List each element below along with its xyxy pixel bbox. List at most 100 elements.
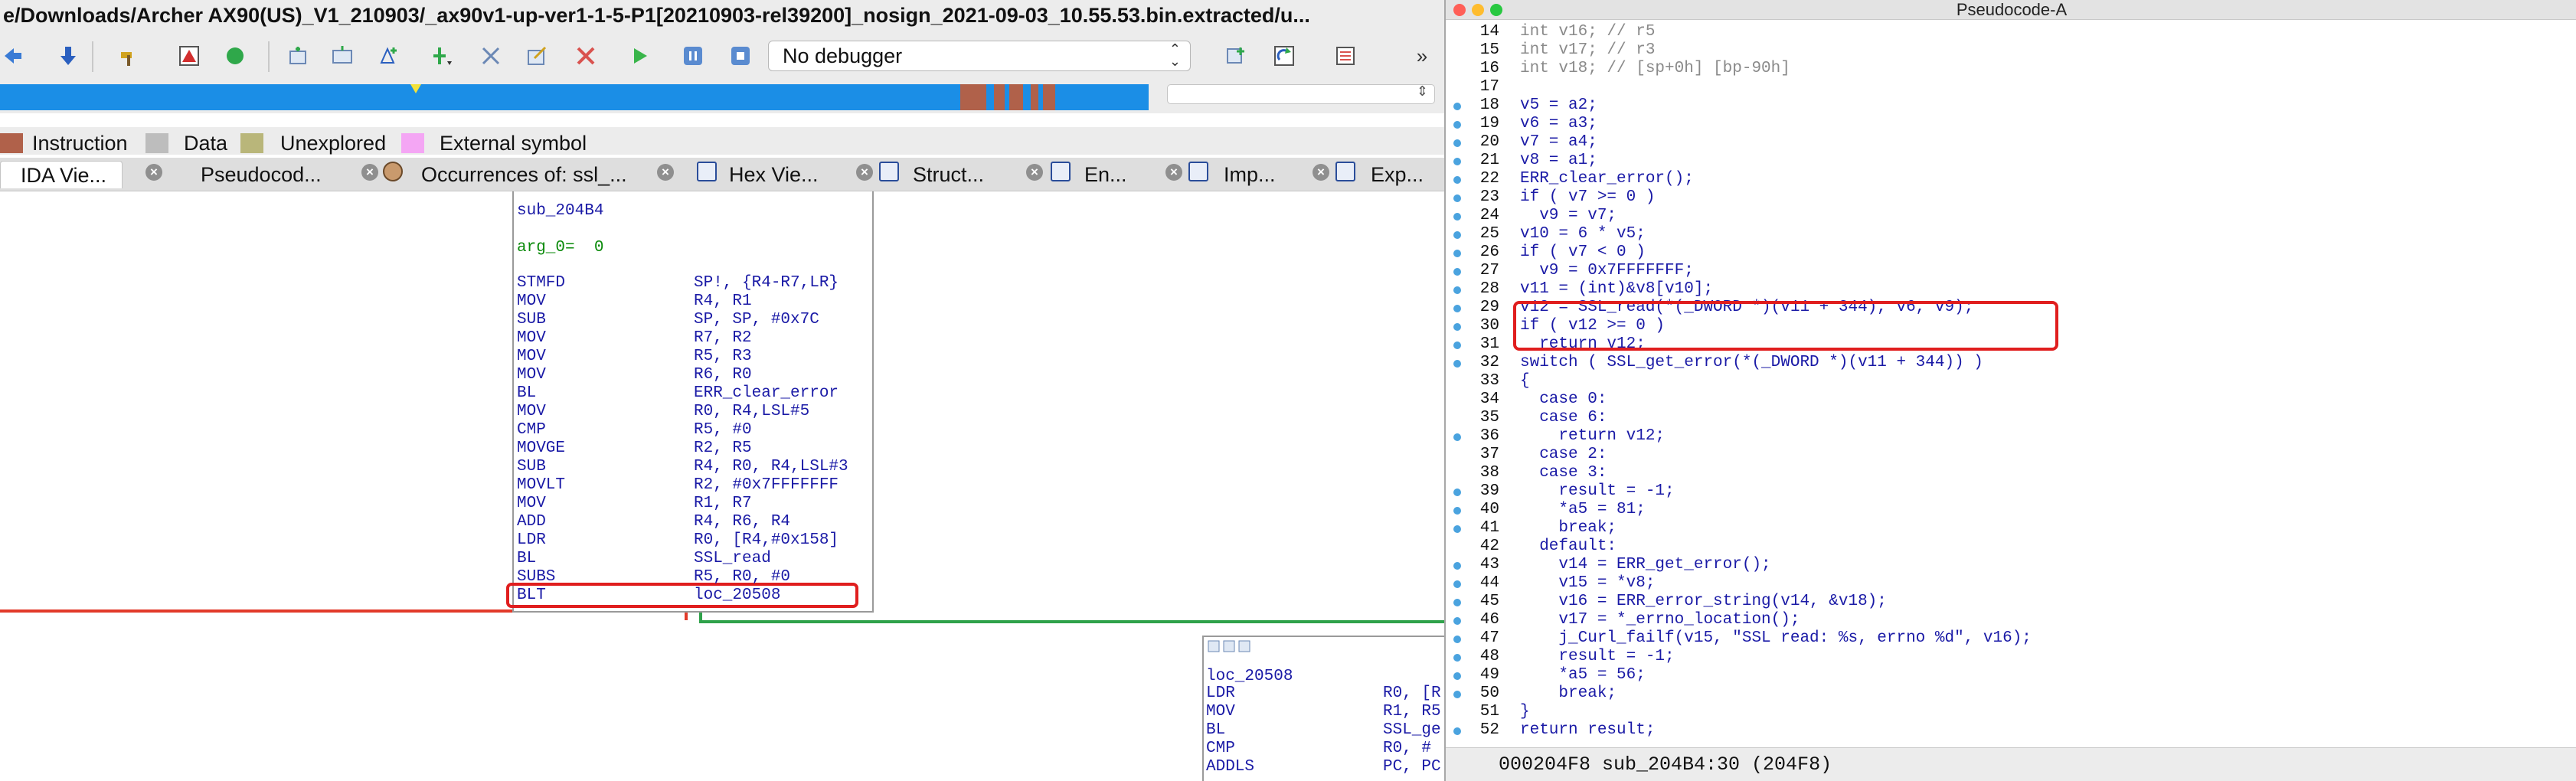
code-line[interactable]: 19 v6 = a3;	[1446, 115, 2576, 133]
code-line[interactable]: 34 case 0:	[1446, 390, 2576, 409]
instruction-operands[interactable]: R0, [R4,#0x158]	[694, 531, 839, 550]
code-text[interactable]: v16 = ERR_error_string(v14, &v18);	[1520, 593, 1886, 611]
code-line[interactable]: 46 v17 = *_errno_location();	[1446, 611, 2576, 629]
breakpoint-dot-icon[interactable]	[1453, 691, 1461, 698]
instruction-operands[interactable]: R4, R0, R4,LSL#3	[694, 458, 848, 476]
code-text[interactable]: return result;	[1520, 721, 1655, 740]
close-icon[interactable]: ×	[856, 164, 873, 181]
pause-icon[interactable]	[680, 43, 706, 69]
code-text[interactable]: int v16; // r5	[1520, 23, 1655, 41]
code-text[interactable]: break;	[1520, 519, 1617, 538]
code-line[interactable]: 24 v9 = v7;	[1446, 207, 2576, 225]
green-circle-icon[interactable]	[222, 43, 248, 69]
code-line[interactable]: 33 {	[1446, 372, 2576, 390]
code-line[interactable]: 36 return v12;	[1446, 427, 2576, 446]
breakpoint-dot-icon[interactable]	[1453, 158, 1461, 165]
refresh-icon[interactable]	[1271, 43, 1297, 69]
code-line[interactable]: 50 break;	[1446, 685, 2576, 703]
nav-combo[interactable]: ⇕	[1167, 83, 1435, 104]
breakpoint-dot-icon[interactable]	[1453, 323, 1461, 331]
code-text[interactable]: j_Curl_failf(v15, "SSL read: %s, errno %…	[1520, 629, 2032, 648]
code-text[interactable]: result = -1;	[1520, 482, 1674, 501]
code-text[interactable]: {	[1520, 372, 1530, 390]
breakpoint-dot-icon[interactable]	[1453, 580, 1461, 588]
instruction-operands[interactable]: R7, R2	[694, 329, 752, 348]
code-line[interactable]: 40 *a5 = 81;	[1446, 501, 2576, 519]
code-line[interactable]: 20 v7 = a4;	[1446, 133, 2576, 152]
code-line[interactable]: 27 v9 = 0x7FFFFFFF;	[1446, 262, 2576, 280]
breakpoint-dot-icon[interactable]	[1453, 286, 1461, 294]
tab-hex-view[interactable]: Hex Vie...	[729, 161, 819, 188]
list-icon[interactable]	[1332, 43, 1358, 69]
breakpoint-dot-icon[interactable]	[1453, 176, 1461, 184]
code-line[interactable]: 25 v10 = 6 * v5;	[1446, 225, 2576, 243]
close-icon[interactable]: ×	[1313, 164, 1329, 181]
tab-ida-view[interactable]: IDA Vie...	[0, 161, 123, 188]
code-text[interactable]: break;	[1520, 685, 1617, 703]
instruction-operands[interactable]: R0, R4,LSL#5	[694, 403, 809, 421]
breakpoint-dot-icon[interactable]	[1453, 507, 1461, 515]
code-text[interactable]: v17 = *_errno_location();	[1520, 611, 1800, 629]
breakpoint-dot-icon[interactable]	[1453, 562, 1461, 570]
breakpoint-dot-icon[interactable]	[1453, 654, 1461, 662]
breakpoint-dot-icon[interactable]	[1453, 433, 1461, 441]
code-text[interactable]: return v12;	[1520, 427, 1665, 446]
breakpoint-dot-icon[interactable]	[1453, 231, 1461, 239]
code-line[interactable]: 32 switch ( SSL_get_error(*(_DWORD *)(v11…	[1446, 354, 2576, 372]
code-text[interactable]: v11 = (int)&v8[v10];	[1520, 280, 1713, 299]
code-text[interactable]: v10 = 6 * v5;	[1520, 225, 1646, 243]
breakpoint-dot-icon[interactable]	[1453, 121, 1461, 129]
code-line[interactable]: 17	[1446, 78, 2576, 96]
hammer-icon[interactable]	[115, 43, 141, 69]
instruction-operands[interactable]: SP, SP, #0x7C	[694, 311, 819, 329]
tab-enums[interactable]: En...	[1084, 161, 1127, 188]
graph-step-icon[interactable]	[1224, 43, 1250, 69]
edit-icon[interactable]	[524, 43, 550, 69]
breakpoint-dot-icon[interactable]	[1453, 103, 1461, 110]
tab-pseudocode[interactable]: Pseudocod...	[201, 161, 322, 188]
code-line[interactable]: 26 if ( v7 < 0 )	[1446, 243, 2576, 262]
instruction-operands[interactable]: R6, R0	[694, 366, 752, 384]
code-line[interactable]: 47 j_Curl_failf(v15, "SSL read: %s, errn…	[1446, 629, 2576, 648]
breakpoint-dot-icon[interactable]	[1453, 341, 1461, 349]
code-text[interactable]: int v17; // r3	[1520, 41, 1655, 60]
breakpoint-dot-icon[interactable]	[1453, 525, 1461, 533]
close-icon[interactable]: ×	[361, 164, 378, 181]
code-line[interactable]: 22 ERR_clear_error();	[1446, 170, 2576, 188]
code-line[interactable]: 51}	[1446, 703, 2576, 721]
stop-icon[interactable]	[727, 43, 754, 69]
breakpoint-dot-icon[interactable]	[1453, 194, 1461, 202]
code-text[interactable]: if ( v7 >= 0 )	[1520, 188, 1655, 207]
code-text[interactable]: case 6:	[1520, 409, 1607, 427]
code-text[interactable]: v14 = ERR_get_error();	[1520, 556, 1770, 574]
code-line[interactable]: 23 if ( v7 >= 0 )	[1446, 188, 2576, 207]
instruction-operands[interactable]: R4, R1	[694, 292, 752, 311]
code-line[interactable]: 18 v5 = a2;	[1446, 96, 2576, 115]
code-line[interactable]: 21 v8 = a1;	[1446, 152, 2576, 170]
instruction-operands[interactable]: R5, #0	[694, 421, 752, 440]
code-line[interactable]: 44 v15 = *v8;	[1446, 574, 2576, 593]
instruction-operands[interactable]: R1, R5	[1383, 703, 1441, 721]
code-text[interactable]: v5 = a2;	[1520, 96, 1597, 115]
instruction-operands[interactable]: SSL_read	[694, 550, 771, 568]
code-text[interactable]: if ( v7 < 0 )	[1520, 243, 1646, 262]
chevron-more-icon[interactable]: »	[1409, 43, 1435, 69]
code-text[interactable]: *a5 = 81;	[1520, 501, 1645, 519]
breakpoint-dot-icon[interactable]	[1453, 250, 1461, 257]
code-line[interactable]: 42 default:	[1446, 538, 2576, 556]
code-text[interactable]: v6 = a3;	[1520, 115, 1597, 133]
instruction-operands[interactable]: SSL_ge	[1383, 721, 1441, 740]
download-arrow-icon[interactable]	[55, 43, 81, 69]
add-node-icon[interactable]	[285, 43, 311, 69]
code-line[interactable]: 41 break;	[1446, 519, 2576, 538]
breakpoint-dot-icon[interactable]	[1453, 213, 1461, 221]
instruction-operands[interactable]: R5, R0, #0	[694, 568, 790, 587]
function-add-icon[interactable]	[429, 43, 455, 69]
code-line[interactable]: 28 v11 = (int)&v8[v10];	[1446, 280, 2576, 299]
code-line[interactable]: 39 result = -1;	[1446, 482, 2576, 501]
code-line[interactable]: 49 *a5 = 56;	[1446, 666, 2576, 685]
tab-imports[interactable]: Imp...	[1224, 161, 1276, 188]
code-line[interactable]: 48 result = -1;	[1446, 648, 2576, 666]
code-text[interactable]: result = -1;	[1520, 648, 1674, 666]
graph-view[interactable]: sub_204B4 arg_0= 0 loc_20508 STMFD SP!, {…	[0, 191, 1444, 781]
